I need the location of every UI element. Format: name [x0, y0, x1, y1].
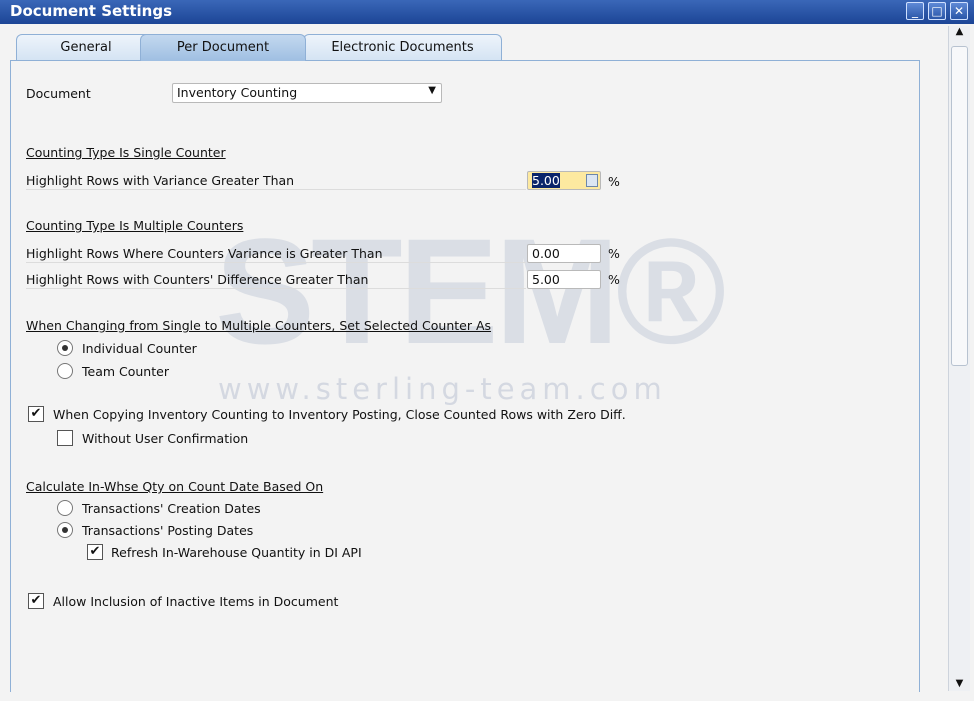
calculate-header: Calculate In-Whse Qty on Count Date Base… — [26, 479, 324, 494]
multiple-variance-input[interactable]: 0.00 — [527, 244, 601, 263]
percent-unit: % — [608, 272, 620, 287]
team-counter-label: Team Counter — [82, 364, 169, 379]
single-counter-header: Counting Type Is Single Counter — [26, 145, 226, 160]
single-variance-label: Highlight Rows with Variance Greater Tha… — [26, 173, 526, 190]
window-title: Document Settings — [10, 2, 173, 20]
multiple-counters-header: Counting Type Is Multiple Counters — [26, 218, 244, 233]
tab-per-document[interactable]: Per Document — [140, 34, 306, 61]
percent-unit: % — [608, 246, 620, 261]
close-zero-diff-label: When Copying Inventory Counting to Inven… — [53, 407, 626, 422]
percent-unit: % — [608, 174, 620, 189]
creation-dates-label: Transactions' Creation Dates — [82, 501, 261, 516]
document-label: Document — [26, 86, 91, 101]
maximize-button[interactable]: □ — [928, 2, 946, 20]
posting-dates-radio[interactable] — [57, 522, 73, 538]
refresh-di-api-checkbox[interactable]: ✔ — [87, 544, 103, 560]
scrollbar-thumb[interactable] — [951, 46, 968, 366]
without-confirmation-label: Without User Confirmation — [82, 431, 249, 446]
scroll-up-icon[interactable]: ▲ — [949, 26, 970, 42]
chevron-down-icon: ▼ — [428, 85, 436, 96]
title-bar: Document Settings — [0, 0, 974, 24]
multiple-difference-input[interactable]: 5.00 — [527, 270, 601, 289]
posting-dates-label: Transactions' Posting Dates — [82, 523, 254, 538]
close-zero-diff-checkbox[interactable]: ✔ — [28, 406, 44, 422]
single-variance-input[interactable]: 5.00 — [527, 171, 601, 190]
changing-header: When Changing from Single to Multiple Co… — [26, 318, 492, 333]
calculator-icon[interactable] — [586, 174, 598, 187]
minimize-button[interactable]: _ — [906, 2, 924, 20]
close-button[interactable]: ✕ — [950, 2, 968, 20]
scroll-down-icon[interactable]: ▼ — [949, 678, 970, 689]
inactive-items-checkbox[interactable]: ✔ — [28, 593, 44, 609]
watermark-url: www.sterling-team.com — [218, 372, 667, 406]
without-confirmation-checkbox[interactable] — [57, 430, 73, 446]
individual-counter-label: Individual Counter — [82, 341, 197, 356]
document-value: Inventory Counting — [177, 85, 298, 100]
single-variance-value: 5.00 — [532, 173, 560, 188]
tab-electronic-documents[interactable]: Electronic Documents — [303, 34, 502, 61]
individual-counter-radio[interactable] — [57, 340, 73, 356]
multiple-difference-label: Highlight Rows with Counters' Difference… — [26, 272, 526, 289]
vertical-scrollbar[interactable]: ▲ ▼ — [948, 26, 970, 691]
watermark-logo: STEM® — [215, 207, 726, 375]
multiple-variance-label: Highlight Rows Where Counters Variance i… — [26, 246, 526, 263]
document-dropdown[interactable]: Inventory Counting ▼ — [172, 83, 442, 103]
inactive-items-label: Allow Inclusion of Inactive Items in Doc… — [53, 594, 339, 609]
refresh-di-api-label: Refresh In-Warehouse Quantity in DI API — [111, 545, 362, 560]
creation-dates-radio[interactable] — [57, 500, 73, 516]
team-counter-radio[interactable] — [57, 363, 73, 379]
tab-general[interactable]: General — [16, 34, 156, 61]
